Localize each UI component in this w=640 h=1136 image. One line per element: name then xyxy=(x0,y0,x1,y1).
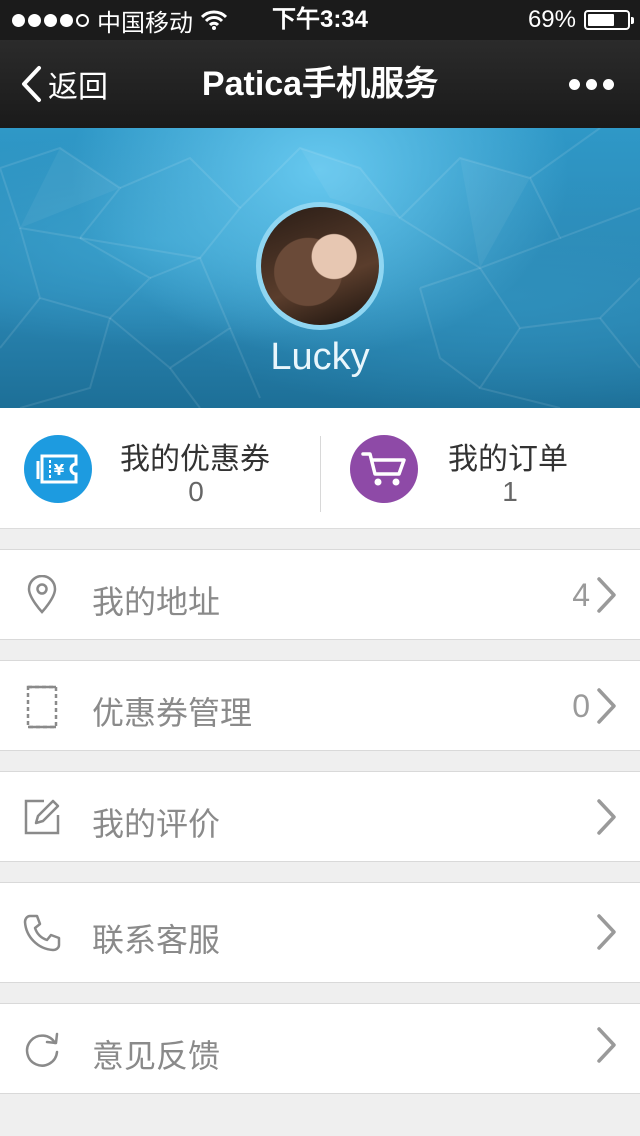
my-orders-button[interactable]: 我的订单 1 xyxy=(320,408,640,528)
my-coupons-count: 0 xyxy=(188,476,204,507)
quick-links: ¥ 我的优惠券 0 我的订单 1 xyxy=(0,408,640,529)
more-dot-icon xyxy=(569,78,580,90)
cart-icon xyxy=(350,435,418,503)
menu-item-address[interactable]: 我的地址 4 xyxy=(0,549,640,640)
menu-item-label: 优惠券管理 xyxy=(92,695,253,731)
menu-item-label: 我的评价 xyxy=(92,806,221,842)
battery-fill xyxy=(588,14,615,26)
menu-item-customer-service[interactable]: 联系客服 xyxy=(0,882,640,983)
more-dot-icon xyxy=(603,78,614,90)
chevron-left-icon xyxy=(22,66,41,102)
chevron-right-icon xyxy=(597,1027,616,1063)
my-orders-label: 我的订单 xyxy=(448,443,568,476)
chevron-right-icon xyxy=(597,914,616,950)
menu-item-count: 4 xyxy=(572,577,590,613)
status-right: 69% xyxy=(527,0,634,40)
more-dot-icon xyxy=(586,78,597,90)
menu-item-feedback[interactable]: 意见反馈 xyxy=(0,1003,640,1094)
edit-icon xyxy=(24,799,60,835)
status-bar: 中国移动 下午3:34 69% xyxy=(0,0,640,40)
menu-item-reviews[interactable]: 我的评价 xyxy=(0,771,640,862)
battery-percent: 69% xyxy=(527,6,576,33)
menu-item-label: 联系客服 xyxy=(92,922,221,958)
back-label: 返回 xyxy=(48,71,108,104)
ticket-icon: ¥ xyxy=(24,435,92,503)
coupon-icon xyxy=(26,685,58,729)
back-button[interactable]: 返回 xyxy=(20,40,108,128)
my-orders-count: 1 xyxy=(502,476,518,507)
carrier-name: 中国移动 xyxy=(97,9,193,37)
nav-bar: 返回 Patica手机服务 xyxy=(0,40,640,128)
avatar-image xyxy=(261,207,379,325)
menu-item-label: 我的地址 xyxy=(92,584,221,620)
status-left: 中国移动 xyxy=(12,0,227,40)
menu-item-label: 意见反馈 xyxy=(92,1038,221,1074)
menu-item-coupon-management[interactable]: 优惠券管理 0 xyxy=(0,660,640,751)
chevron-right-icon xyxy=(597,799,616,835)
svg-text:¥: ¥ xyxy=(54,461,65,479)
signal-icon xyxy=(12,13,89,27)
my-coupons-label: 我的优惠券 xyxy=(120,443,270,476)
avatar[interactable] xyxy=(256,202,384,330)
menu-item-count: 0 xyxy=(572,688,590,724)
profile-header: Lucky xyxy=(0,128,640,408)
chevron-right-icon xyxy=(597,688,616,724)
chevron-right-icon xyxy=(597,577,616,613)
username: Lucky xyxy=(270,336,370,378)
my-coupons-button[interactable]: ¥ 我的优惠券 0 xyxy=(0,408,320,528)
location-pin-icon xyxy=(27,575,57,614)
more-button[interactable] xyxy=(569,40,614,128)
wifi-icon xyxy=(201,10,227,30)
phone-icon xyxy=(23,914,61,952)
refresh-icon xyxy=(25,1032,59,1067)
battery-icon xyxy=(584,10,634,30)
